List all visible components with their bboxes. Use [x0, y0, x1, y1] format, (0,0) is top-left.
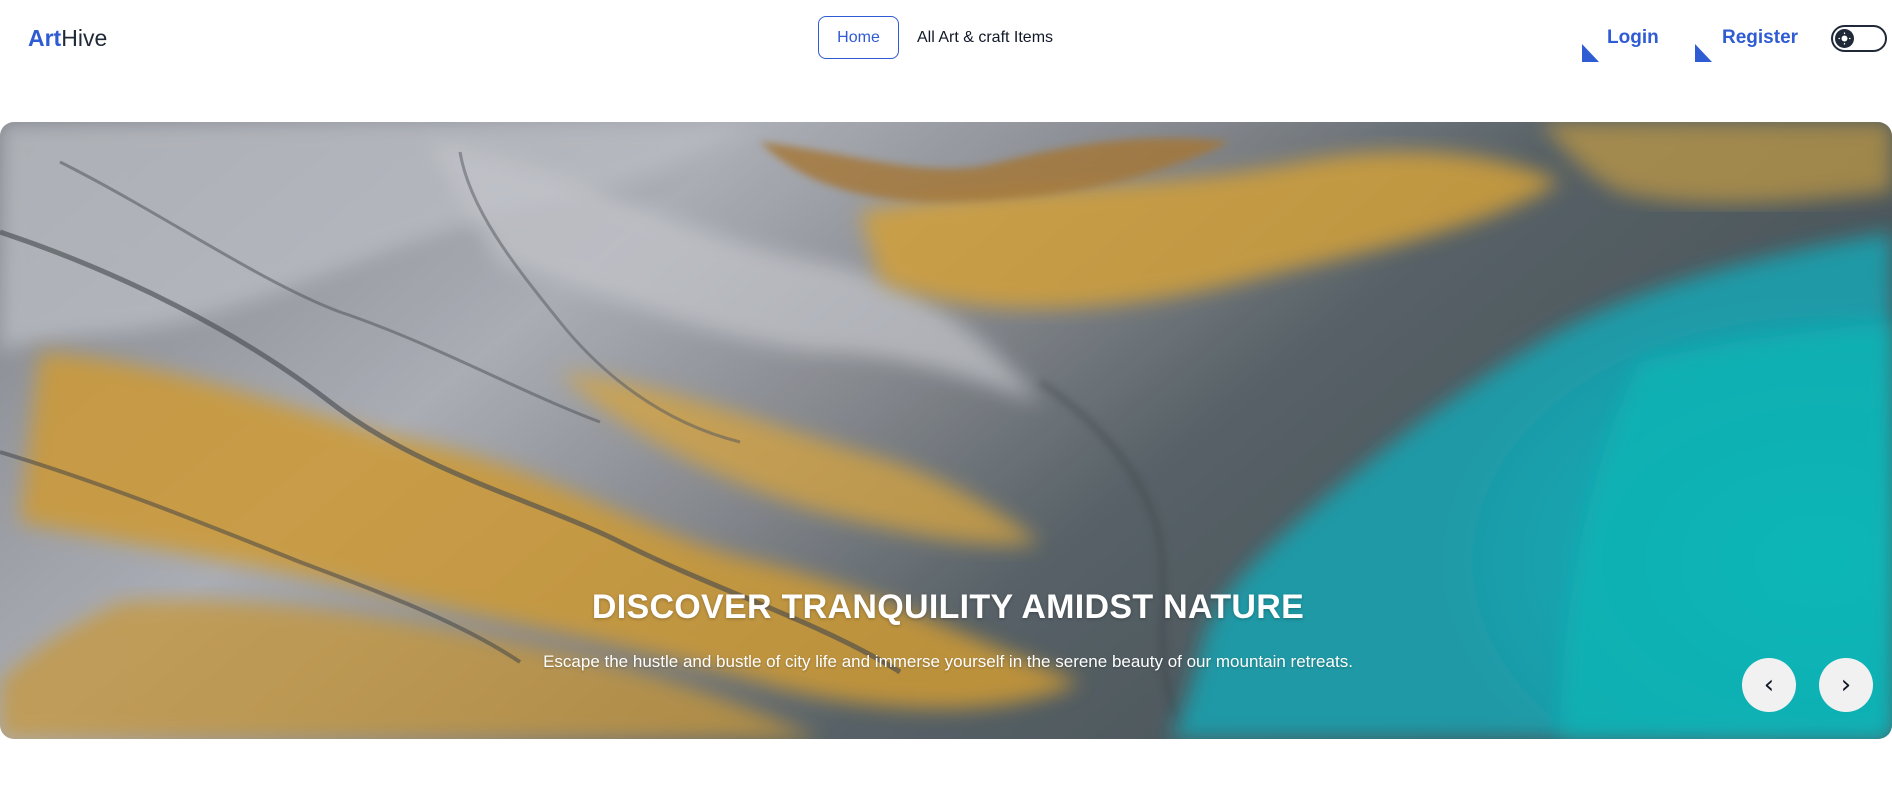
register-corner-icon: [1695, 44, 1712, 62]
navbar: ArtHive Home All Art & craft Items Login…: [0, 0, 1892, 76]
chevron-right-icon: ›: [1840, 670, 1852, 700]
nav-all-items-link[interactable]: All Art & craft Items: [917, 16, 1053, 59]
logo[interactable]: ArtHive: [28, 24, 107, 52]
aerial-landscape-image: [0, 122, 1892, 739]
login-corner-icon: [1582, 44, 1599, 62]
hero-carousel: DISCOVER TRANQUILITY AMIDST NATURE Escap…: [0, 122, 1892, 739]
theme-toggle[interactable]: [1831, 25, 1887, 52]
hero-title: DISCOVER TRANQUILITY AMIDST NATURE: [591, 588, 1305, 626]
register-link[interactable]: Register: [1695, 22, 1799, 62]
carousel-next-button[interactable]: ›: [1819, 658, 1873, 712]
logo-rest: Hive: [61, 25, 108, 51]
login-link[interactable]: Login: [1582, 22, 1659, 62]
logo-accent: Art: [28, 25, 62, 51]
chevron-left-icon: ‹: [1763, 670, 1775, 700]
nav-home-link[interactable]: Home: [818, 16, 899, 59]
hero-subtitle: Escape the hustle and bustle of city lif…: [543, 652, 1353, 671]
login-label: Login: [1607, 27, 1659, 48]
sun-icon: [1835, 29, 1854, 48]
carousel-prev-button[interactable]: ‹: [1742, 658, 1796, 712]
register-label: Register: [1722, 27, 1799, 48]
